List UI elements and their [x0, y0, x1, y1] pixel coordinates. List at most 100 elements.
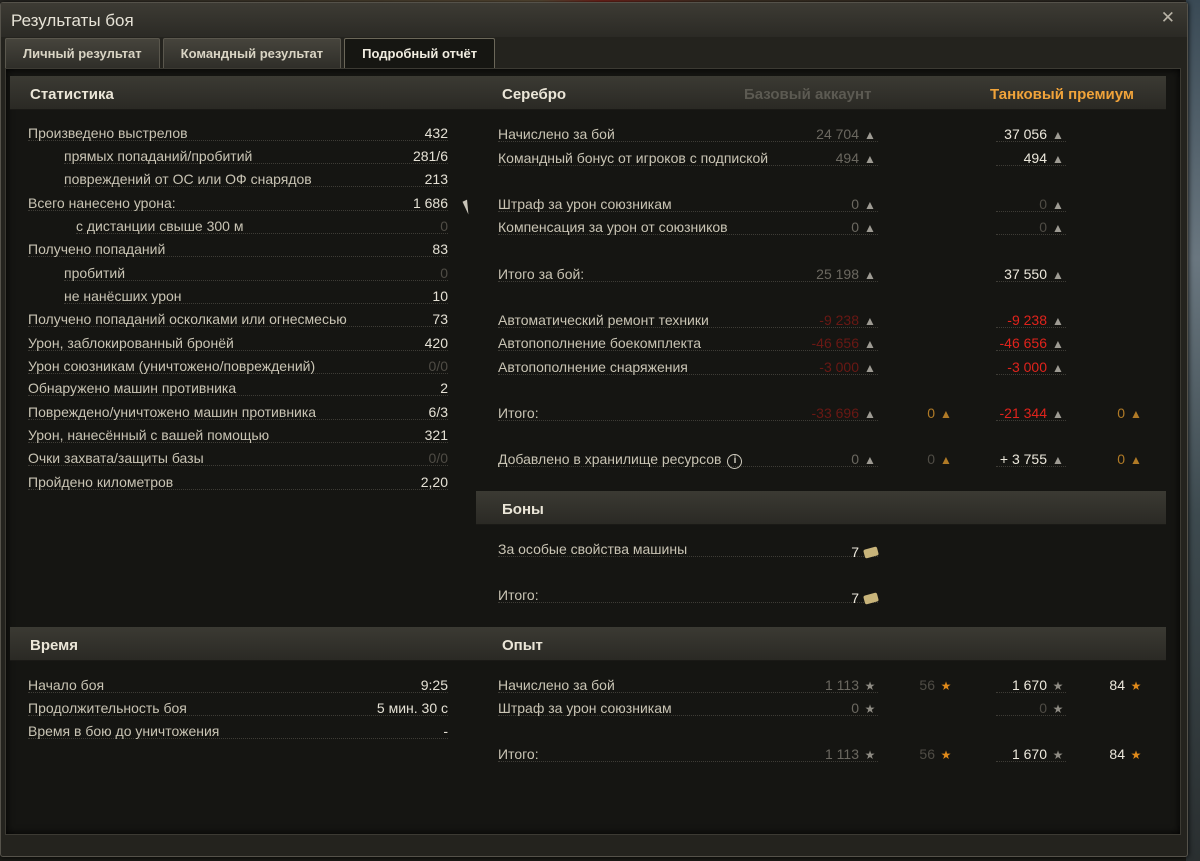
report-content: Статистика Время Серебро Базовый аккаунт…	[5, 68, 1181, 835]
premium-silver-amount: 37 550	[1004, 266, 1047, 282]
premium-free-xp-amount: 84	[1109, 677, 1125, 693]
premium-xp-amount: 1 670	[1011, 746, 1047, 762]
bonds-value: 7	[786, 588, 879, 608]
bonds-amount: 7	[851, 544, 859, 560]
basic-free-xp-value: 56 ★	[886, 675, 952, 696]
stat-value: 0	[440, 218, 448, 234]
time-label: Начало боя	[28, 677, 105, 693]
info-icon[interactable]: i	[727, 454, 743, 469]
basic-account-header: Базовый аккаунт	[744, 86, 872, 103]
premium-silver-amount: 0	[1039, 196, 1047, 212]
basic-silver-value: 494 ▲	[746, 148, 876, 169]
premium-silver-amount: 0	[1039, 219, 1047, 235]
basic-silver-value: 25 198 ▲	[746, 264, 876, 285]
xp-star-icon: ★	[864, 679, 876, 693]
silver-label: Штраф за урон союзникам	[498, 194, 672, 214]
tab-personal[interactable]: Личный результат	[5, 38, 160, 68]
silver-coin-icon: ▲	[1052, 128, 1064, 142]
silver-header: Серебро Базовый аккаунт Танковый премиум	[476, 76, 1166, 110]
stat-value: 420	[424, 335, 448, 351]
stat-label: повреждений от ОС или ОФ снарядов	[64, 171, 312, 187]
xp-star-icon: ★	[864, 748, 876, 762]
silver-label-text: Итого за бой:	[498, 266, 585, 282]
basic-silver-value: 0 ▲	[746, 194, 876, 215]
basic-silver-value: 0 ▲	[746, 217, 876, 238]
free-xp-star-icon: ★	[1130, 748, 1142, 762]
premium-silver-amount: + 3 755	[999, 451, 1047, 467]
time-header: Время	[10, 627, 476, 661]
premium-account-header: Танковый премиум	[990, 86, 1135, 103]
free-xp-star-icon: ★	[1130, 679, 1142, 693]
premium-gold-amount: 0	[1117, 405, 1125, 421]
stat-value: 432	[424, 125, 448, 141]
stat-value: 213	[424, 171, 448, 187]
premium-xp-amount: 0	[1039, 700, 1047, 716]
bonds-label: Итого:	[498, 587, 539, 603]
basic-silver-amount: 0	[851, 451, 859, 467]
silver-label-text: Автоматический ремонт техники	[498, 312, 709, 328]
silver-label: Итого за бой:	[498, 264, 584, 284]
silver-coin-icon: ▲	[1052, 268, 1064, 282]
gold-coin-icon: ▲	[1130, 453, 1142, 467]
silver-coin-icon: ▲	[864, 152, 876, 166]
tab-detailed[interactable]: Подробный отчёт	[344, 38, 496, 68]
premium-silver-amount: -9 238	[1007, 312, 1047, 328]
basic-gold-amount: 0	[927, 405, 935, 421]
stat-value: 281/6	[412, 148, 448, 164]
basic-silver-value: -3 000 ▲	[746, 357, 876, 378]
stat-label: Пройдено километров	[28, 474, 174, 490]
silver-coin-icon: ▲	[864, 361, 876, 375]
title-bar[interactable]: Результаты боя ✕	[1, 3, 1187, 37]
premium-silver-value: 37 550 ▲	[936, 264, 1064, 285]
silver-label: Автоматический ремонт техники	[498, 310, 709, 330]
stat-label: Произведено выстрелов	[28, 125, 188, 141]
bonds-label: За особые свойства машины	[498, 541, 688, 557]
basic-gold-value: 0 ▲	[886, 403, 952, 424]
silver-label-text: Компенсация за урон от союзников	[498, 219, 728, 235]
silver-coin-icon: ▲	[864, 128, 876, 142]
xp-header: Опыт	[476, 627, 1166, 661]
basic-silver-value: -33 696 ▲	[746, 403, 876, 424]
silver-label-text: Штраф за урон союзникам	[498, 196, 672, 212]
xp-star-icon: ★	[1052, 679, 1064, 693]
basic-silver-amount: 24 704	[816, 126, 859, 142]
stat-value: 0/0	[428, 358, 448, 374]
basic-xp-amount: 1 113	[825, 746, 859, 762]
premium-silver-value: -46 656 ▲	[936, 333, 1064, 354]
silver-coin-icon: ▲	[1052, 361, 1064, 375]
stat-label: Повреждено/уничтожено машин противника	[28, 404, 317, 420]
free-xp-star-icon: ★	[940, 679, 952, 693]
silver-coin-icon: ▲	[864, 198, 876, 212]
premium-silver-value: 494 ▲	[936, 148, 1064, 169]
stat-label: с дистанции свыше 300 м	[76, 218, 244, 234]
basic-free-xp-value: 56 ★	[886, 744, 952, 765]
premium-silver-value: 37 056 ▲	[936, 124, 1064, 145]
premium-gold-amount: 0	[1117, 451, 1125, 467]
stat-value: 2,20	[420, 474, 448, 490]
close-icon[interactable]: ✕	[1161, 8, 1175, 28]
silver-coin-icon: ▲	[1052, 314, 1064, 328]
basic-silver-amount: 0	[851, 219, 859, 235]
silver-label: Командный бонус от игроков с подпиской	[498, 148, 768, 168]
tab-team[interactable]: Командный результат	[162, 38, 342, 68]
bonds-value: 7	[786, 542, 879, 562]
gold-coin-icon: ▲	[940, 453, 952, 467]
stat-value: 2	[440, 380, 448, 396]
premium-silver-amount: 37 056	[1004, 126, 1047, 142]
silver-coin-icon: ▲	[1052, 407, 1064, 421]
silver-label: Компенсация за урон от союзников	[498, 217, 728, 237]
basic-gold-amount: 0	[927, 451, 935, 467]
premium-silver-value: 0 ▲	[936, 194, 1064, 215]
stat-label: Очки захвата/защиты базы	[28, 450, 204, 466]
silver-coin-icon: ▲	[864, 268, 876, 282]
bonds-title: Боны	[502, 501, 544, 518]
stat-value: 321	[424, 427, 448, 443]
window-title: Результаты боя	[11, 11, 134, 30]
background-strip	[1186, 0, 1200, 861]
stat-value: 10	[432, 288, 448, 304]
premium-silver-amount: -21 344	[999, 405, 1047, 421]
stat-label: Получено попаданий осколками или огнесме…	[28, 311, 347, 327]
premium-silver-value: 0 ▲	[936, 217, 1064, 238]
premium-silver-value: -9 238 ▲	[936, 310, 1064, 331]
time-label: Продолжительность боя	[28, 700, 187, 716]
